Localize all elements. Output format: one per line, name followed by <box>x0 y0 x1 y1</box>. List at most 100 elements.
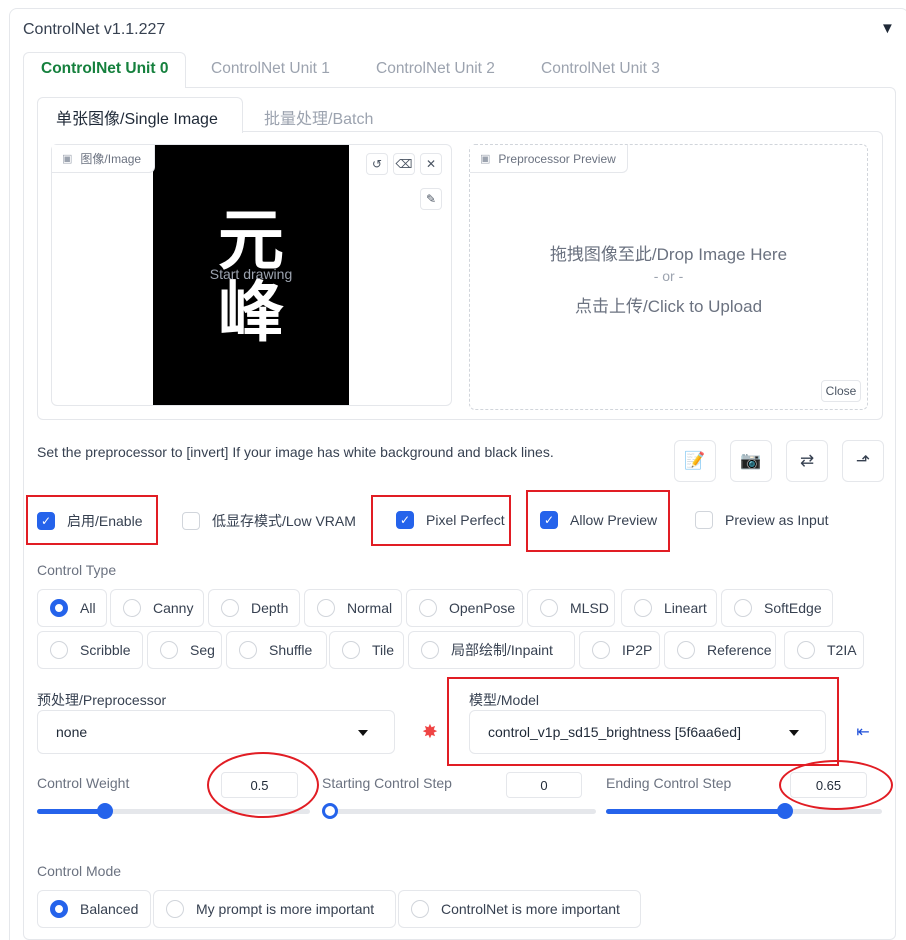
radio-dot[interactable] <box>50 641 68 659</box>
run-preprocessor-button[interactable]: ✸ <box>410 710 450 754</box>
radio-dot[interactable] <box>342 641 360 659</box>
control-type-radio-label: Normal <box>347 600 393 616</box>
radio-dot[interactable] <box>166 900 184 918</box>
radio-dot[interactable] <box>634 599 652 617</box>
starting-step-slider[interactable] <box>322 803 596 819</box>
preview-label: ▣ Preprocessor Preview <box>470 145 628 173</box>
radio-dot[interactable] <box>50 900 68 918</box>
collapse-triangle-icon[interactable]: ▼ <box>880 20 895 37</box>
control-type-radio-label: Reference <box>707 642 772 658</box>
mirror-button[interactable]: ⇄ <box>786 440 828 482</box>
preprocessor-value: none <box>56 724 88 740</box>
control-type-radio[interactable]: Canny <box>110 589 204 627</box>
low-vram-checkbox-box[interactable] <box>182 512 200 530</box>
control-type-radio-label: IP2P <box>622 642 653 658</box>
swap-icon: ⇄ <box>799 451 815 470</box>
control-type-radio-label: T2IA <box>827 642 857 658</box>
annotation-box-allow-preview <box>526 490 670 552</box>
start-drawing-hint: Start drawing <box>209 266 293 282</box>
control-mode-radio-label: My prompt is more important <box>196 901 375 917</box>
eraser-button[interactable]: ⌫ <box>393 153 415 175</box>
clear-button[interactable]: ✕ <box>420 153 442 175</box>
tab-controlnet-unit-3[interactable]: ControlNet Unit 3 <box>541 60 660 78</box>
control-mode-radio-label: Balanced <box>80 901 139 917</box>
control-type-radio[interactable]: Normal <box>304 589 402 627</box>
tab-controlnet-unit-1[interactable]: ControlNet Unit 1 <box>211 60 330 78</box>
control-type-radio[interactable]: All <box>37 589 107 627</box>
image-label: ▣ 图像/Image <box>52 145 155 173</box>
low-vram-label: 低显存模式/Low VRAM <box>212 513 356 529</box>
notepad-icon: 📝 <box>684 451 706 470</box>
starting-step-label: Starting Control Step <box>322 775 452 791</box>
control-mode-radio[interactable]: ControlNet is more important <box>398 890 641 928</box>
control-type-radio-label: Tile <box>372 642 395 658</box>
control-type-radio[interactable]: MLSD <box>527 589 615 627</box>
tab-batch[interactable]: 批量处理/Batch <box>264 105 373 129</box>
radio-dot[interactable] <box>540 599 558 617</box>
tab-controlnet-unit-0[interactable]: ControlNet Unit 0 <box>41 60 168 78</box>
image-icon: ▣ <box>480 153 491 165</box>
control-type-radio[interactable]: Depth <box>208 589 300 627</box>
annotation-box-model <box>447 677 839 766</box>
tab-controlnet-unit-2[interactable]: ControlNet Unit 2 <box>376 60 495 78</box>
radio-dot[interactable] <box>419 599 437 617</box>
preview-as-input-label: Preview as Input <box>725 512 829 528</box>
brush-button[interactable]: ✎ <box>420 188 442 210</box>
radio-dot[interactable] <box>677 641 695 659</box>
radio-dot[interactable] <box>797 641 815 659</box>
preview-as-input-checkbox-box[interactable] <box>695 511 713 529</box>
preview-as-input-checkbox[interactable]: Preview as Input <box>695 511 829 529</box>
low-vram-checkbox[interactable]: 低显存模式/Low VRAM <box>182 511 356 531</box>
control-type-radio-label: Shuffle <box>269 642 313 658</box>
control-type-radio[interactable]: Tile <box>329 631 404 669</box>
canvas-char-2: 峰 <box>218 274 284 351</box>
radio-dot[interactable] <box>317 599 335 617</box>
radio-dot[interactable] <box>221 599 239 617</box>
control-type-label: Control Type <box>37 562 117 578</box>
chevron-down-icon <box>358 730 368 736</box>
radio-dot[interactable] <box>411 900 429 918</box>
invert-hint: Set the preprocessor to [invert] If your… <box>37 444 554 460</box>
send-dimensions-button[interactable]: ⬏ <box>842 440 884 482</box>
or-text: - or - <box>653 268 684 284</box>
control-type-radio-label: 局部绘制/Inpaint <box>451 642 553 658</box>
radio-dot[interactable] <box>50 599 68 617</box>
control-type-radio[interactable]: Scribble <box>37 631 143 669</box>
drop-image-text: 拖拽图像至此/Drop Image Here <box>549 245 788 264</box>
radio-dot[interactable] <box>592 641 610 659</box>
control-type-radio[interactable]: SoftEdge <box>721 589 833 627</box>
undo-button[interactable]: ↺ <box>366 153 388 175</box>
control-type-radio[interactable]: Reference <box>664 631 776 669</box>
control-type-radio[interactable]: IP2P <box>579 631 660 669</box>
control-type-radio-label: Depth <box>251 600 289 616</box>
webcam-button[interactable]: 📷 <box>730 440 772 482</box>
image-label-text: 图像/Image <box>80 152 142 166</box>
control-weight-label: Control Weight <box>37 775 130 791</box>
close-preview-button[interactable]: Close <box>821 380 861 402</box>
radio-dot[interactable] <box>123 599 141 617</box>
control-mode-radio[interactable]: Balanced <box>37 890 151 928</box>
refresh-models-button[interactable]: ⇤ <box>843 710 883 754</box>
starting-step-input[interactable]: 0 <box>506 772 582 798</box>
control-type-radio[interactable]: Seg <box>147 631 222 669</box>
radio-dot[interactable] <box>160 641 178 659</box>
control-type-radio[interactable]: Lineart <box>621 589 717 627</box>
control-type-radio-label: OpenPose <box>449 600 516 616</box>
control-type-radio[interactable]: OpenPose <box>406 589 523 627</box>
radio-dot[interactable] <box>421 641 439 659</box>
control-mode-radio[interactable]: My prompt is more important <box>153 890 396 928</box>
control-mode-radio-label: ControlNet is more important <box>441 901 620 917</box>
radio-dot[interactable] <box>734 599 752 617</box>
control-type-radio[interactable]: 局部绘制/Inpaint <box>408 631 575 669</box>
preprocessor-label: 预处理/Preprocessor <box>37 692 167 708</box>
tab-single-image[interactable]: 单张图像/Single Image <box>56 105 218 129</box>
control-type-radio[interactable]: T2IA <box>784 631 864 669</box>
new-canvas-button[interactable]: 📝 <box>674 440 716 482</box>
panel-title: ControlNet v1.1.227 <box>23 21 166 38</box>
annotation-circle-weight <box>207 752 319 818</box>
control-type-radio[interactable]: Shuffle <box>226 631 327 669</box>
control-type-radio-label: Seg <box>190 642 215 658</box>
preprocessor-dropdown[interactable]: none <box>37 710 395 754</box>
radio-dot[interactable] <box>239 641 257 659</box>
click-upload-text[interactable]: 点击上传/Click to Upload <box>469 292 868 317</box>
